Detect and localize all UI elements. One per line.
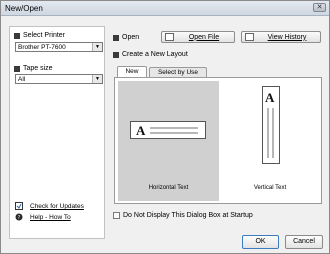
tape-size-select[interactable]: All ▼ <box>15 74 103 84</box>
vertical-text-label: Vertical Text <box>253 185 287 191</box>
create-layout-label: Create a New Layout <box>122 51 188 58</box>
vertical-glyph: A <box>265 90 275 105</box>
open-file-label: Open File <box>188 33 220 41</box>
open-file-button[interactable]: Open File <box>161 31 235 43</box>
tape-size-value: All <box>18 76 26 83</box>
dont-display-row[interactable]: Do Not Display This Dialog Box at Startu… <box>113 212 253 219</box>
select-printer-row: Select Printer <box>14 32 65 39</box>
vertical-text-layout[interactable]: A Vertical Text <box>220 81 320 201</box>
history-icon <box>245 33 254 41</box>
open-row: Open <box>113 34 139 41</box>
horizontal-glyph: A <box>136 123 146 138</box>
bullet-icon <box>113 51 119 58</box>
horizontal-tape-icon: A <box>130 121 206 139</box>
close-button[interactable]: ✕ <box>313 3 326 12</box>
svg-text:?: ? <box>18 215 21 221</box>
window-title: New/Open <box>5 4 43 13</box>
help-how-to-link[interactable]: Help - How To <box>30 214 71 221</box>
printer-value: Brother PT-7600 <box>18 44 66 51</box>
bullet-icon <box>113 34 119 41</box>
printer-panel: Select Printer Brother PT-7600 ▼ Tape si… <box>9 26 105 239</box>
ok-button[interactable]: OK <box>242 235 279 249</box>
help-icon: ? <box>15 213 23 221</box>
dont-display-checkbox[interactable] <box>113 212 120 219</box>
vertical-tape-icon: A <box>262 86 280 164</box>
new-open-dialog: New/Open ✕ Select Printer Brother PT-760… <box>0 0 330 254</box>
layout-panel: A Horizontal Text A Vertical Text <box>114 77 322 204</box>
create-layout-row: Create a New Layout <box>113 51 188 58</box>
tape-size-row: Tape size <box>14 65 53 72</box>
dropdown-arrow-icon[interactable]: ▼ <box>92 43 102 51</box>
view-history-button[interactable]: View History <box>241 31 321 43</box>
title-bar: New/Open ✕ <box>1 1 329 16</box>
dropdown-arrow-icon[interactable]: ▼ <box>92 75 102 83</box>
bullet-icon <box>14 65 20 72</box>
printer-select[interactable]: Brother PT-7600 ▼ <box>15 42 103 52</box>
dont-display-label: Do Not Display This Dialog Box at Startu… <box>123 212 253 219</box>
tape-size-label: Tape size <box>23 65 53 72</box>
check-updates-link[interactable]: Check for Updates <box>30 203 84 210</box>
open-label: Open <box>122 34 140 41</box>
view-history-label: View History <box>267 33 307 41</box>
folder-icon <box>165 33 174 41</box>
horizontal-text-layout[interactable]: A Horizontal Text <box>118 81 219 201</box>
cancel-button[interactable]: Cancel <box>285 235 323 249</box>
select-printer-label: Select Printer <box>23 32 66 39</box>
update-icon <box>15 202 23 210</box>
bullet-icon <box>14 32 20 39</box>
horizontal-text-label: Horizontal Text <box>148 185 189 191</box>
